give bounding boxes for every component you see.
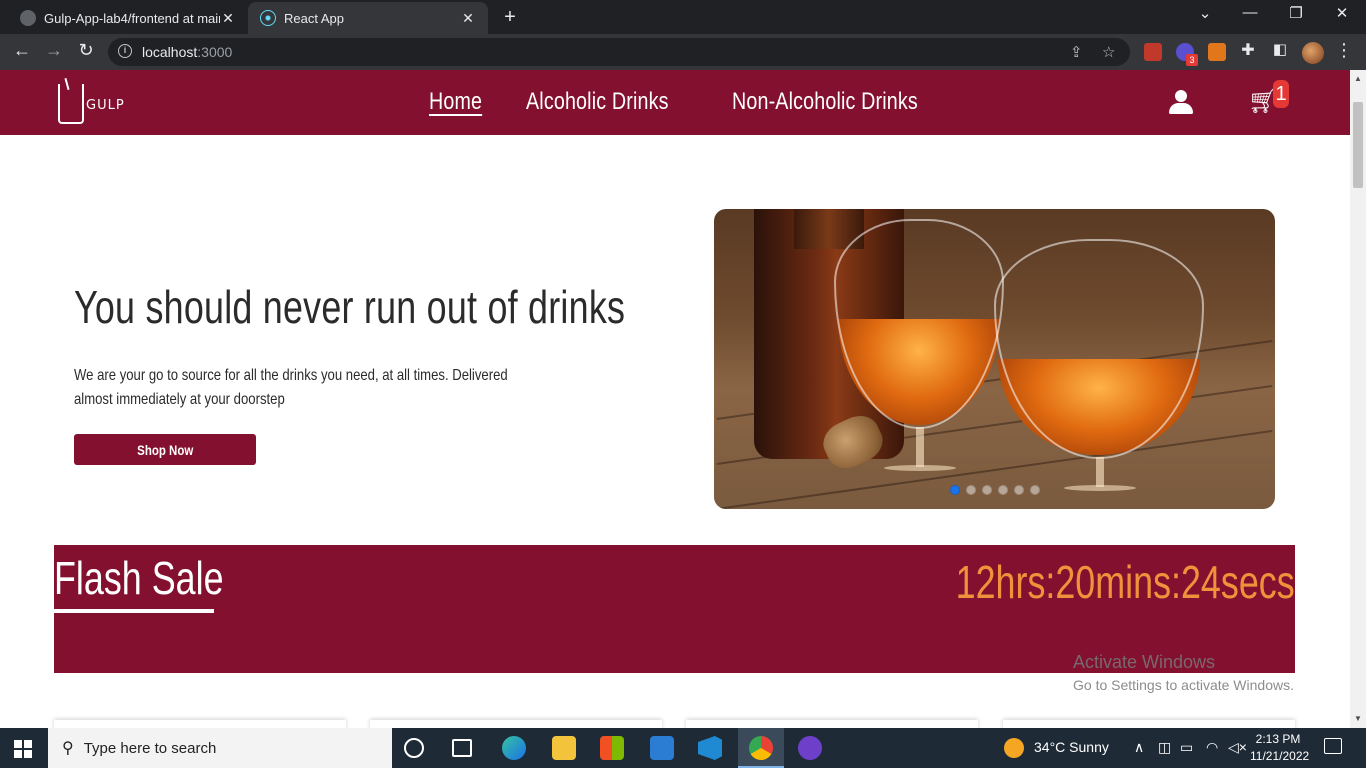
page-scrollbar[interactable]: ▲ ▼ <box>1350 70 1366 728</box>
close-window-icon[interactable]: ✕ <box>1330 4 1354 22</box>
weather-sun-icon[interactable] <box>1004 738 1024 758</box>
title-underline <box>54 609 214 613</box>
nav-link-alcoholic-drinks[interactable]: Alcoholic Drinks <box>526 88 669 116</box>
carousel-dot[interactable] <box>982 485 992 495</box>
reload-icon[interactable]: ↻ <box>74 40 98 61</box>
microsoft-store-icon[interactable] <box>600 736 624 760</box>
clock-time: 2:13 PM <box>1255 732 1301 746</box>
hero-description: We are your go to source for all the dri… <box>74 367 508 408</box>
hero-title: You should never run out of drinks <box>74 281 626 333</box>
browser-tab-github[interactable]: Gulp-App-lab4/frontend at main ✕ <box>8 2 248 34</box>
carousel-dot[interactable] <box>998 485 1008 495</box>
file-explorer-icon[interactable] <box>552 736 576 760</box>
volume-icon[interactable]: ◁× <box>1228 739 1247 756</box>
new-tab-button[interactable]: + <box>498 6 522 29</box>
vscode-icon[interactable] <box>698 736 722 760</box>
windows-start-icon[interactable] <box>14 740 32 758</box>
windows-taskbar: ⚲ Type here to search 34°C Sunny ∧ ◫ ▭ ◠… <box>0 728 1366 768</box>
restore-icon[interactable]: ❐ <box>1284 4 1308 22</box>
search-placeholder: Type here to search <box>83 739 217 757</box>
edge-icon[interactable] <box>502 736 526 760</box>
cart-count-badge: 1 <box>1273 80 1289 108</box>
tab-search-icon[interactable]: ⌄ <box>1193 4 1217 22</box>
minimize-icon[interactable]: — <box>1238 4 1262 21</box>
page-content: GULP Home Alcoholic Drinks Non-Alcoholic… <box>0 70 1350 728</box>
main-nav-links: Home Alcoholic Drinks Non-Alcoholic Drin… <box>429 88 959 116</box>
bookmark-star-icon[interactable]: ☆ <box>1102 43 1115 61</box>
site-info-icon[interactable]: i <box>118 44 132 58</box>
nav-link-home[interactable]: Home <box>429 88 482 116</box>
product-card[interactable] <box>1003 720 1295 728</box>
extension-badge: 3 <box>1186 54 1198 66</box>
gulp-logo[interactable]: GULP <box>56 77 136 130</box>
weather-text[interactable]: 34°C Sunny <box>1034 739 1109 755</box>
battery-icon[interactable]: ▭ <box>1180 739 1193 756</box>
scrollbar-thumb[interactable] <box>1353 102 1363 188</box>
logo-text: GULP <box>86 98 125 113</box>
show-hidden-icons[interactable]: ∧ <box>1134 739 1144 756</box>
metamask-icon[interactable] <box>1208 43 1226 61</box>
tab-title: React App <box>284 10 344 26</box>
search-icon: ⚲ <box>62 740 74 757</box>
browser-tab-react-app[interactable]: React App ✕ <box>248 2 488 34</box>
react-icon <box>260 10 276 26</box>
close-tab-icon[interactable]: ✕ <box>220 10 236 27</box>
chrome-taskbar-active[interactable] <box>738 728 784 768</box>
carousel-dot[interactable] <box>1030 485 1040 495</box>
site-navbar: GULP Home Alcoholic Drinks Non-Alcoholic… <box>0 70 1350 135</box>
task-view-icon[interactable] <box>452 739 472 757</box>
mail-icon[interactable] <box>650 736 674 760</box>
extensions-puzzle-icon[interactable]: ✚ <box>1236 40 1260 60</box>
wifi-icon[interactable]: ◠ <box>1206 739 1218 756</box>
side-panel-icon[interactable]: ◧ <box>1268 40 1292 58</box>
countdown-timer: 12hrs:20mins:24secs <box>955 556 1295 608</box>
cup-icon <box>58 84 84 124</box>
url-text: localhost:3000 <box>142 44 233 60</box>
profile-avatar[interactable] <box>1302 42 1324 64</box>
hero-carousel[interactable] <box>714 209 1275 509</box>
close-tab-icon[interactable]: ✕ <box>460 10 476 27</box>
github-desktop-icon[interactable] <box>798 736 822 760</box>
chrome-icon <box>749 736 773 760</box>
carousel-dot[interactable] <box>1014 485 1024 495</box>
activate-windows-watermark: Activate Windows Go to Settings to activ… <box>1073 652 1294 693</box>
extension-icon[interactable] <box>1144 43 1162 61</box>
brandy-glass-image <box>994 239 1204 459</box>
carousel-dot[interactable] <box>950 485 960 495</box>
github-icon <box>20 10 36 26</box>
flash-sale-title: Flash Sale <box>54 552 224 604</box>
product-card[interactable] <box>54 720 346 728</box>
product-card[interactable] <box>686 720 978 728</box>
chrome-menu-icon[interactable]: ⋮ <box>1334 40 1354 61</box>
user-account-icon[interactable] <box>1168 90 1194 116</box>
back-icon[interactable]: ← <box>10 40 34 61</box>
nav-link-non-alcoholic-drinks[interactable]: Non-Alcoholic Drinks <box>732 88 918 116</box>
address-bar[interactable]: i localhost:3000 ⇪ ☆ <box>108 38 1130 66</box>
carousel-dot[interactable] <box>966 485 976 495</box>
system-clock[interactable]: 2:13 PM 11/21/2022 <box>1250 731 1310 765</box>
tab-title: Gulp-App-lab4/frontend at main <box>44 10 220 26</box>
carousel-indicators <box>950 485 1040 495</box>
meet-now-icon[interactable]: ◫ <box>1158 739 1171 756</box>
share-icon[interactable]: ⇪ <box>1070 43 1083 61</box>
browser-toolbar: ← → ↻ i localhost:3000 ⇪ ☆ 3 ✚ ◧ ⋮ <box>0 34 1366 70</box>
clock-date: 11/21/2022 <box>1250 749 1310 763</box>
browser-tab-bar: Gulp-App-lab4/frontend at main ✕ React A… <box>0 0 1366 34</box>
cortana-icon[interactable] <box>404 738 424 758</box>
shop-now-button[interactable]: Shop Now <box>74 434 256 465</box>
notification-center-icon[interactable] <box>1324 738 1342 754</box>
taskbar-search-box[interactable]: ⚲ Type here to search <box>48 728 392 768</box>
product-card[interactable] <box>370 720 662 728</box>
forward-icon[interactable]: → <box>42 40 66 61</box>
